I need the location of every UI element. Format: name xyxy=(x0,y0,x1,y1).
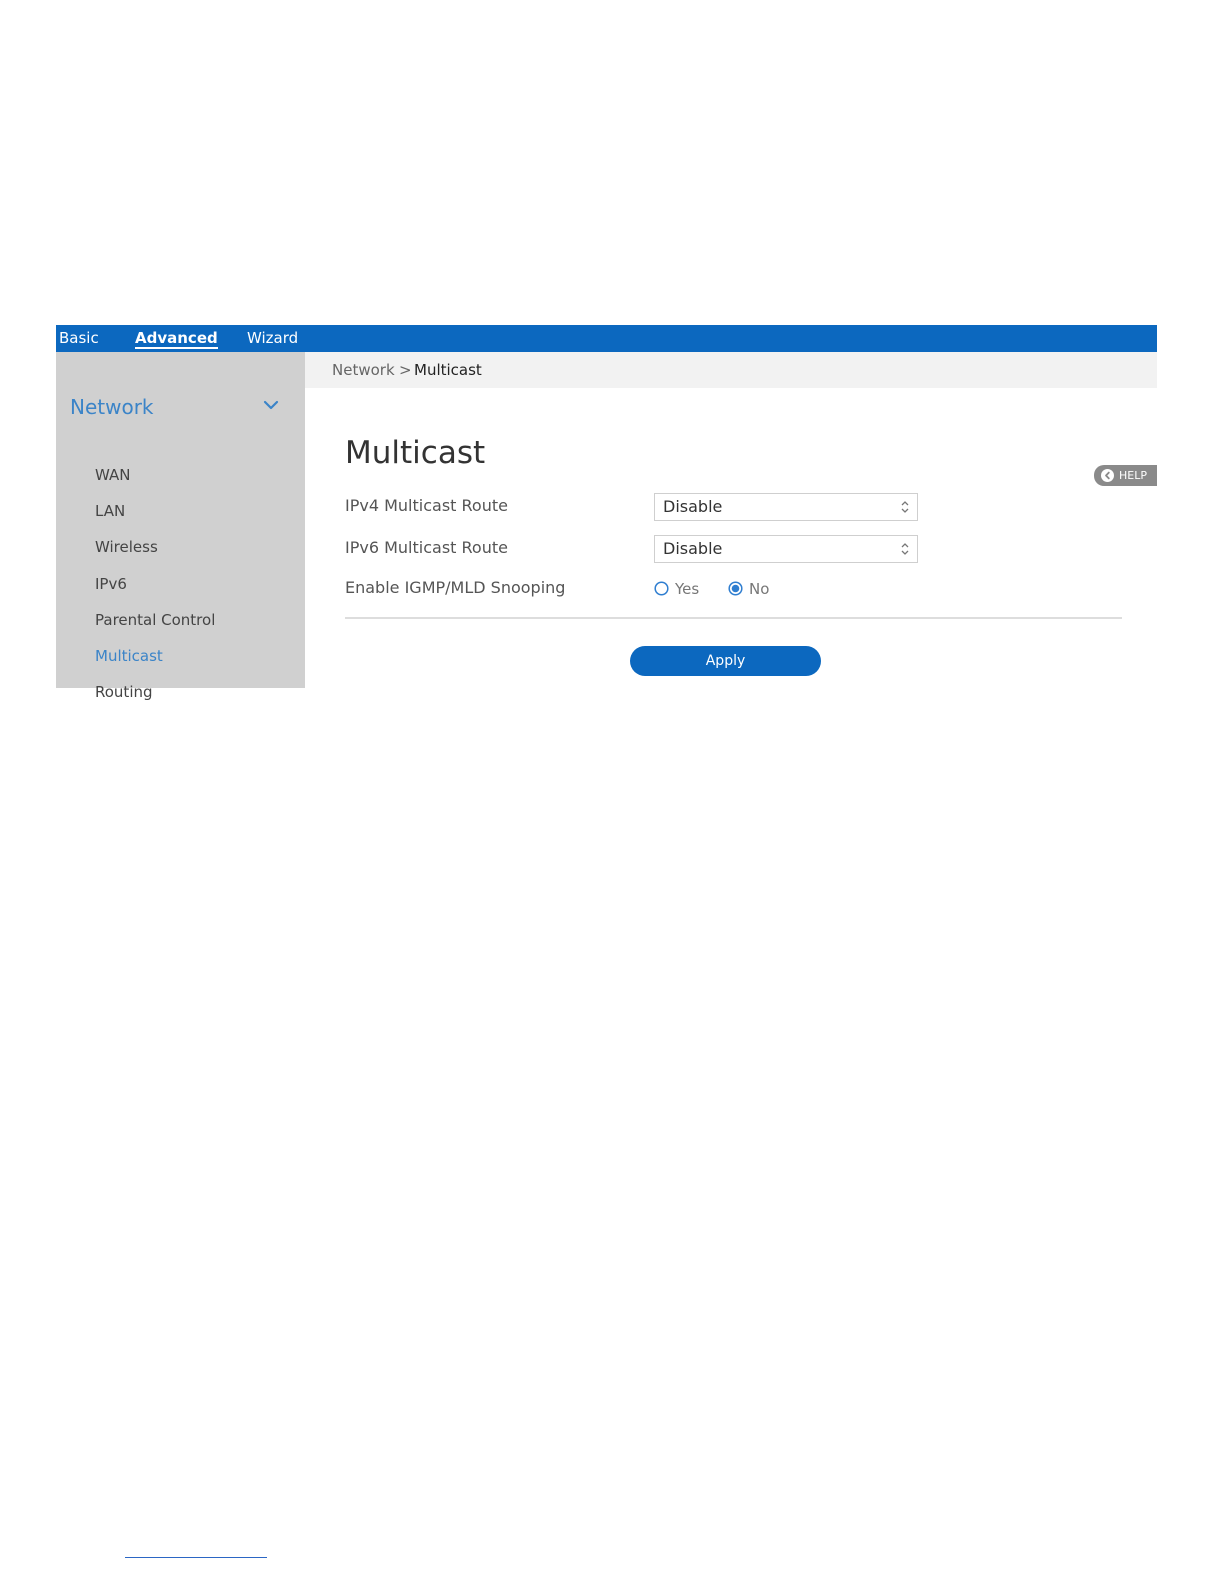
sidebar-item-ipv6[interactable]: IPv6 xyxy=(95,572,127,596)
sidebar-section-label: Network xyxy=(70,395,154,419)
snooping-label: Enable IGMP/MLD Snooping xyxy=(345,578,566,597)
sidebar-section-network[interactable]: Network xyxy=(70,392,280,422)
sidebar-item-lan[interactable]: LAN xyxy=(95,499,125,523)
help-label: HELP xyxy=(1119,469,1147,482)
sidebar-item-parental-control[interactable]: Parental Control xyxy=(95,608,215,632)
select-arrows-icon xyxy=(901,543,909,555)
chevron-left-circle-icon xyxy=(1101,469,1114,482)
top-nav-bar: Basic Advanced Wizard xyxy=(56,325,1157,352)
sidebar-item-wan[interactable]: WAN xyxy=(95,463,131,487)
tab-basic[interactable]: Basic xyxy=(59,327,99,349)
breadcrumb-current: Multicast xyxy=(414,361,482,379)
radio-checked-icon xyxy=(728,581,743,596)
tab-wizard[interactable]: Wizard xyxy=(247,327,298,349)
footnote-divider xyxy=(125,1557,267,1558)
ipv4-route-label: IPv4 Multicast Route xyxy=(345,496,508,515)
chevron-down-icon xyxy=(263,400,279,410)
select-arrows-icon xyxy=(901,501,909,513)
ipv4-route-value: Disable xyxy=(663,497,723,516)
ipv6-route-label: IPv6 Multicast Route xyxy=(345,538,508,557)
breadcrumb-parent[interactable]: Network xyxy=(332,352,395,388)
page-title: Multicast xyxy=(345,435,486,471)
form-divider xyxy=(345,617,1122,619)
radio-unchecked-icon xyxy=(654,581,669,596)
tab-advanced[interactable]: Advanced xyxy=(135,327,218,349)
sidebar: Network WAN LAN Wireless IPv6 Parental C… xyxy=(56,352,305,701)
sidebar-item-multicast[interactable]: Multicast xyxy=(95,644,163,668)
snooping-no-label: No xyxy=(749,580,770,598)
page: Basic Advanced Wizard Network WAN LAN Wi… xyxy=(0,0,1224,1584)
ipv4-route-select[interactable]: Disable xyxy=(654,493,918,521)
breadcrumb-separator: > xyxy=(399,361,412,379)
snooping-yes-label: Yes xyxy=(675,580,700,598)
breadcrumb: Network > Multicast xyxy=(305,352,1157,388)
apply-button[interactable]: Apply xyxy=(630,646,821,676)
ipv6-route-value: Disable xyxy=(663,539,723,558)
sidebar-item-routing[interactable]: Routing xyxy=(95,680,153,704)
router-admin-window: Basic Advanced Wizard Network WAN LAN Wi… xyxy=(56,325,1157,701)
ipv6-route-select[interactable]: Disable xyxy=(654,535,918,563)
help-button[interactable]: HELP xyxy=(1094,465,1157,486)
sidebar-item-wireless[interactable]: Wireless xyxy=(95,535,158,559)
